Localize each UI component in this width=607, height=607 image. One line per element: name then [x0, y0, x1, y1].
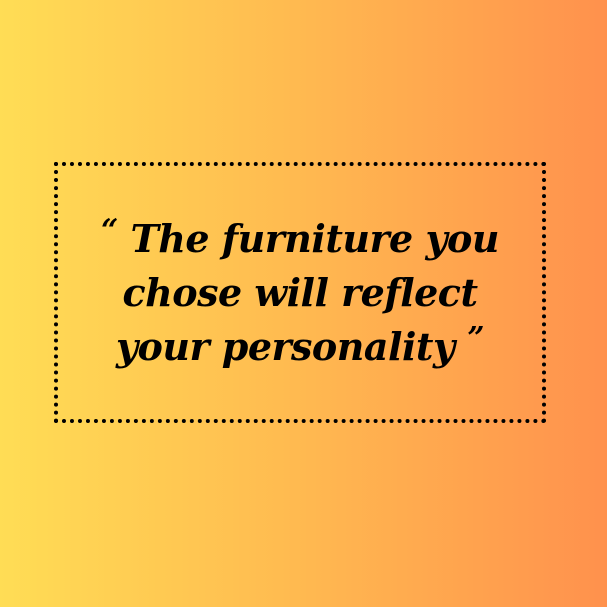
quote-line-2: chose will reflect	[122, 269, 478, 315]
close-quote-mark: ”	[467, 320, 485, 356]
quote-line-1-text: The furniture you	[130, 215, 500, 261]
quote-frame: “ The furniture you chose will reflect y…	[54, 162, 546, 423]
quote-line-1: “ The furniture you	[100, 212, 500, 263]
quote-line-3-text: your personality	[115, 323, 455, 369]
quote-line-3: your personality ”	[115, 320, 485, 371]
quote-text: “ The furniture you chose will reflect y…	[58, 166, 542, 419]
open-quote-mark: “	[100, 212, 118, 248]
